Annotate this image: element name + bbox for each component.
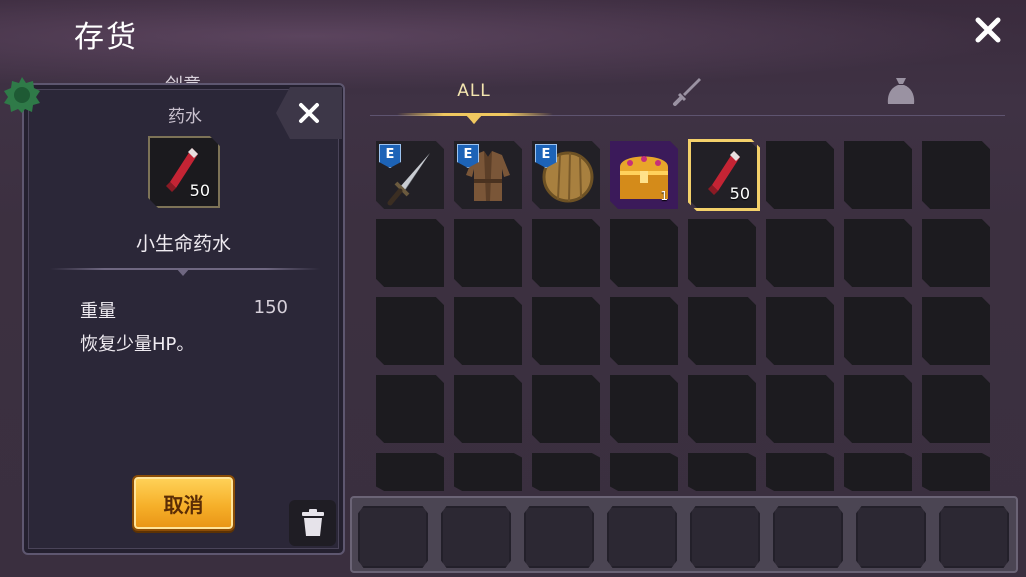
inventory-slot-empty[interactable] <box>766 141 834 209</box>
inventory-slot-dagger[interactable]: E <box>376 141 444 209</box>
quick-slot[interactable] <box>939 506 1009 568</box>
inventory-slot-shield[interactable]: E <box>532 141 600 209</box>
inventory-slot-empty[interactable] <box>844 453 912 491</box>
quick-slot[interactable] <box>441 506 511 568</box>
inventory-slot-empty[interactable] <box>922 141 990 209</box>
inventory-slot-empty[interactable] <box>688 219 756 287</box>
item-preview: 50 <box>148 136 220 208</box>
item-quantity: 1 <box>660 189 668 203</box>
inventory-slot-empty[interactable] <box>922 219 990 287</box>
close-screen-button[interactable] <box>970 12 1006 48</box>
inventory-slot-empty[interactable] <box>844 297 912 365</box>
inventory-slot-empty[interactable] <box>532 375 600 443</box>
screen-title: 存货 <box>74 20 138 55</box>
quick-slot[interactable] <box>358 506 428 568</box>
inventory-slot-empty[interactable] <box>688 297 756 365</box>
tab-bag[interactable] <box>851 70 951 112</box>
close-icon <box>975 17 1001 43</box>
inventory-slot-empty[interactable] <box>454 453 522 491</box>
close-detail-button[interactable] <box>276 87 342 139</box>
tab-all-label: ALL <box>457 81 491 101</box>
inventory-slot-empty[interactable] <box>688 453 756 491</box>
inventory-slot-empty[interactable] <box>610 375 678 443</box>
item-description: 恢复少量HP。 <box>80 334 195 355</box>
inventory-slot-armor[interactable]: E <box>454 141 522 209</box>
quick-slot[interactable] <box>773 506 843 568</box>
tab-active-notch <box>466 115 482 124</box>
weight-value: 150 <box>253 297 288 318</box>
trash-icon <box>301 509 324 536</box>
inventory-slot-empty[interactable] <box>922 297 990 365</box>
inventory-slot-empty[interactable] <box>766 375 834 443</box>
delete-item-button[interactable] <box>289 500 336 546</box>
inventory-slot-chest[interactable]: 1 <box>610 141 678 209</box>
inventory-slot-empty[interactable] <box>376 297 444 365</box>
tab-weapons[interactable] <box>638 70 738 112</box>
inventory-slot-empty[interactable] <box>376 375 444 443</box>
inventory-slot-empty[interactable] <box>454 219 522 287</box>
close-icon <box>299 103 319 123</box>
cancel-button[interactable]: 取消 <box>132 475 235 531</box>
quick-slot[interactable] <box>856 506 926 568</box>
quick-slot[interactable] <box>690 506 760 568</box>
item-quantity: 50 <box>189 181 210 200</box>
inventory-slot-empty[interactable] <box>844 141 912 209</box>
inventory-slot-empty[interactable] <box>532 297 600 365</box>
inventory-slot-empty[interactable] <box>454 297 522 365</box>
inventory-slot-empty[interactable] <box>454 375 522 443</box>
inventory-slot-empty[interactable] <box>610 219 678 287</box>
weight-label: 重量 <box>80 301 116 322</box>
sword-icon <box>673 78 701 106</box>
inventory-slot-empty[interactable] <box>766 453 834 491</box>
item-name: 小生命药水 <box>135 233 231 255</box>
bag-icon <box>887 78 915 104</box>
inventory-slot-empty[interactable] <box>610 297 678 365</box>
inventory-slot-empty[interactable] <box>532 219 600 287</box>
inventory-slot-empty[interactable] <box>922 375 990 443</box>
inventory-slot-empty[interactable] <box>610 453 678 491</box>
inventory-slot-empty[interactable] <box>376 453 444 491</box>
inventory-slot-potion[interactable]: 50 <box>690 141 758 209</box>
tab-all[interactable]: ALL <box>424 70 524 112</box>
inventory-slot-empty[interactable] <box>844 219 912 287</box>
item-quantity: 50 <box>729 184 750 203</box>
inventory-slot-empty[interactable] <box>922 453 990 491</box>
inventory-slot-empty[interactable] <box>532 453 600 491</box>
inventory-slot-empty[interactable] <box>688 375 756 443</box>
quick-slot[interactable] <box>607 506 677 568</box>
quick-slot[interactable] <box>524 506 594 568</box>
inventory-slot-empty[interactable] <box>766 297 834 365</box>
inventory-slot-empty[interactable] <box>766 219 834 287</box>
inventory-slot-empty[interactable] <box>376 219 444 287</box>
inventory-slot-empty[interactable] <box>844 375 912 443</box>
